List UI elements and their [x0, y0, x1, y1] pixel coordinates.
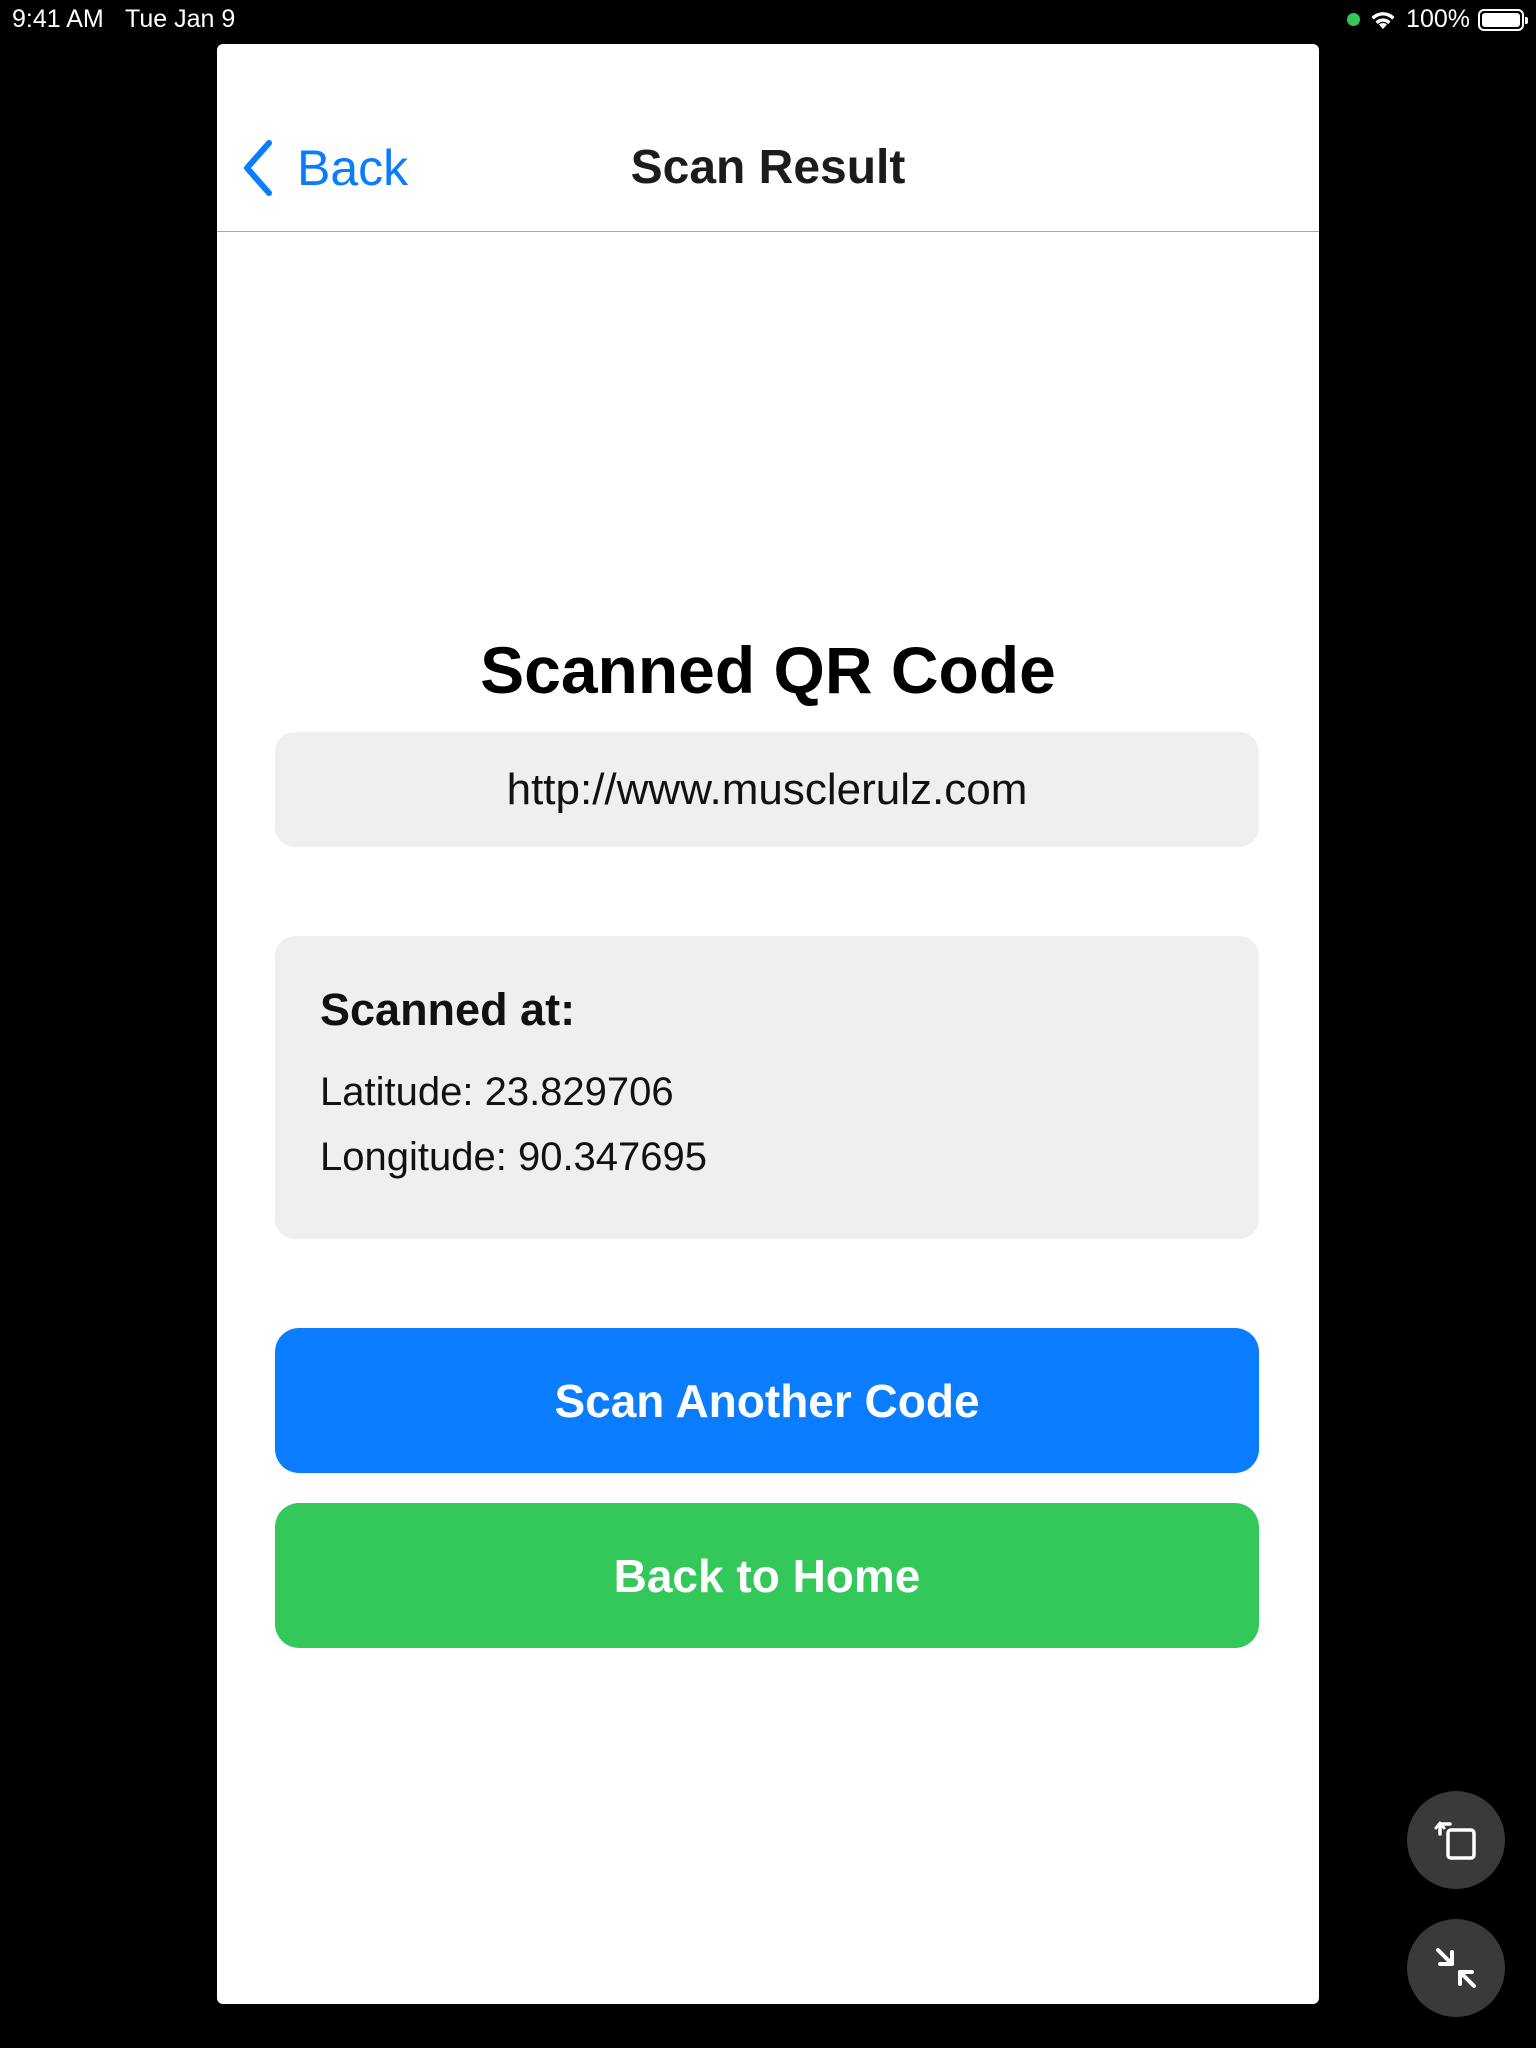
wifi-icon [1371, 11, 1395, 29]
location-heading: Scanned at: [320, 984, 576, 1035]
latitude-text: Latitude: 23.829706 [320, 1070, 674, 1114]
location-card: Scanned at: Latitude: 23.829706 Longitud… [275, 936, 1259, 1239]
shrink-window-button[interactable] [1407, 1919, 1505, 2017]
status-time: 9:41 AM [12, 5, 104, 33]
battery-icon [1478, 8, 1528, 31]
shrink-window-icon [1436, 1948, 1476, 1988]
battery-percentage: 100% [1406, 5, 1470, 33]
rotate-screen-icon [1434, 1821, 1476, 1860]
longitude-text: Longitude: 90.347695 [320, 1135, 708, 1179]
scan-another-code-button[interactable]: Scan Another Code [275, 1328, 1259, 1473]
rotate-screen-button[interactable] [1407, 1791, 1505, 1889]
navigation-bar: Back Scan Result [217, 44, 1319, 232]
scanned-url: http://www.musclerulz.com [506, 764, 1028, 814]
status-bar: 9:41 AM Tue Jan 9 100% [0, 0, 1536, 40]
app-window: Back Scan Result Scanned QR Code http://… [217, 44, 1319, 2004]
green-dot-indicator-icon [1347, 13, 1361, 26]
scanned-url-box: http://www.musclerulz.com [275, 732, 1259, 847]
status-indicators: 100% [1347, 5, 1528, 34]
status-date: Tue Jan 9 [125, 5, 236, 33]
page-title: Scanned QR Code [480, 633, 1056, 707]
nav-title: Scan Result [630, 141, 906, 194]
back-to-home-button[interactable]: Back to Home [275, 1503, 1259, 1648]
